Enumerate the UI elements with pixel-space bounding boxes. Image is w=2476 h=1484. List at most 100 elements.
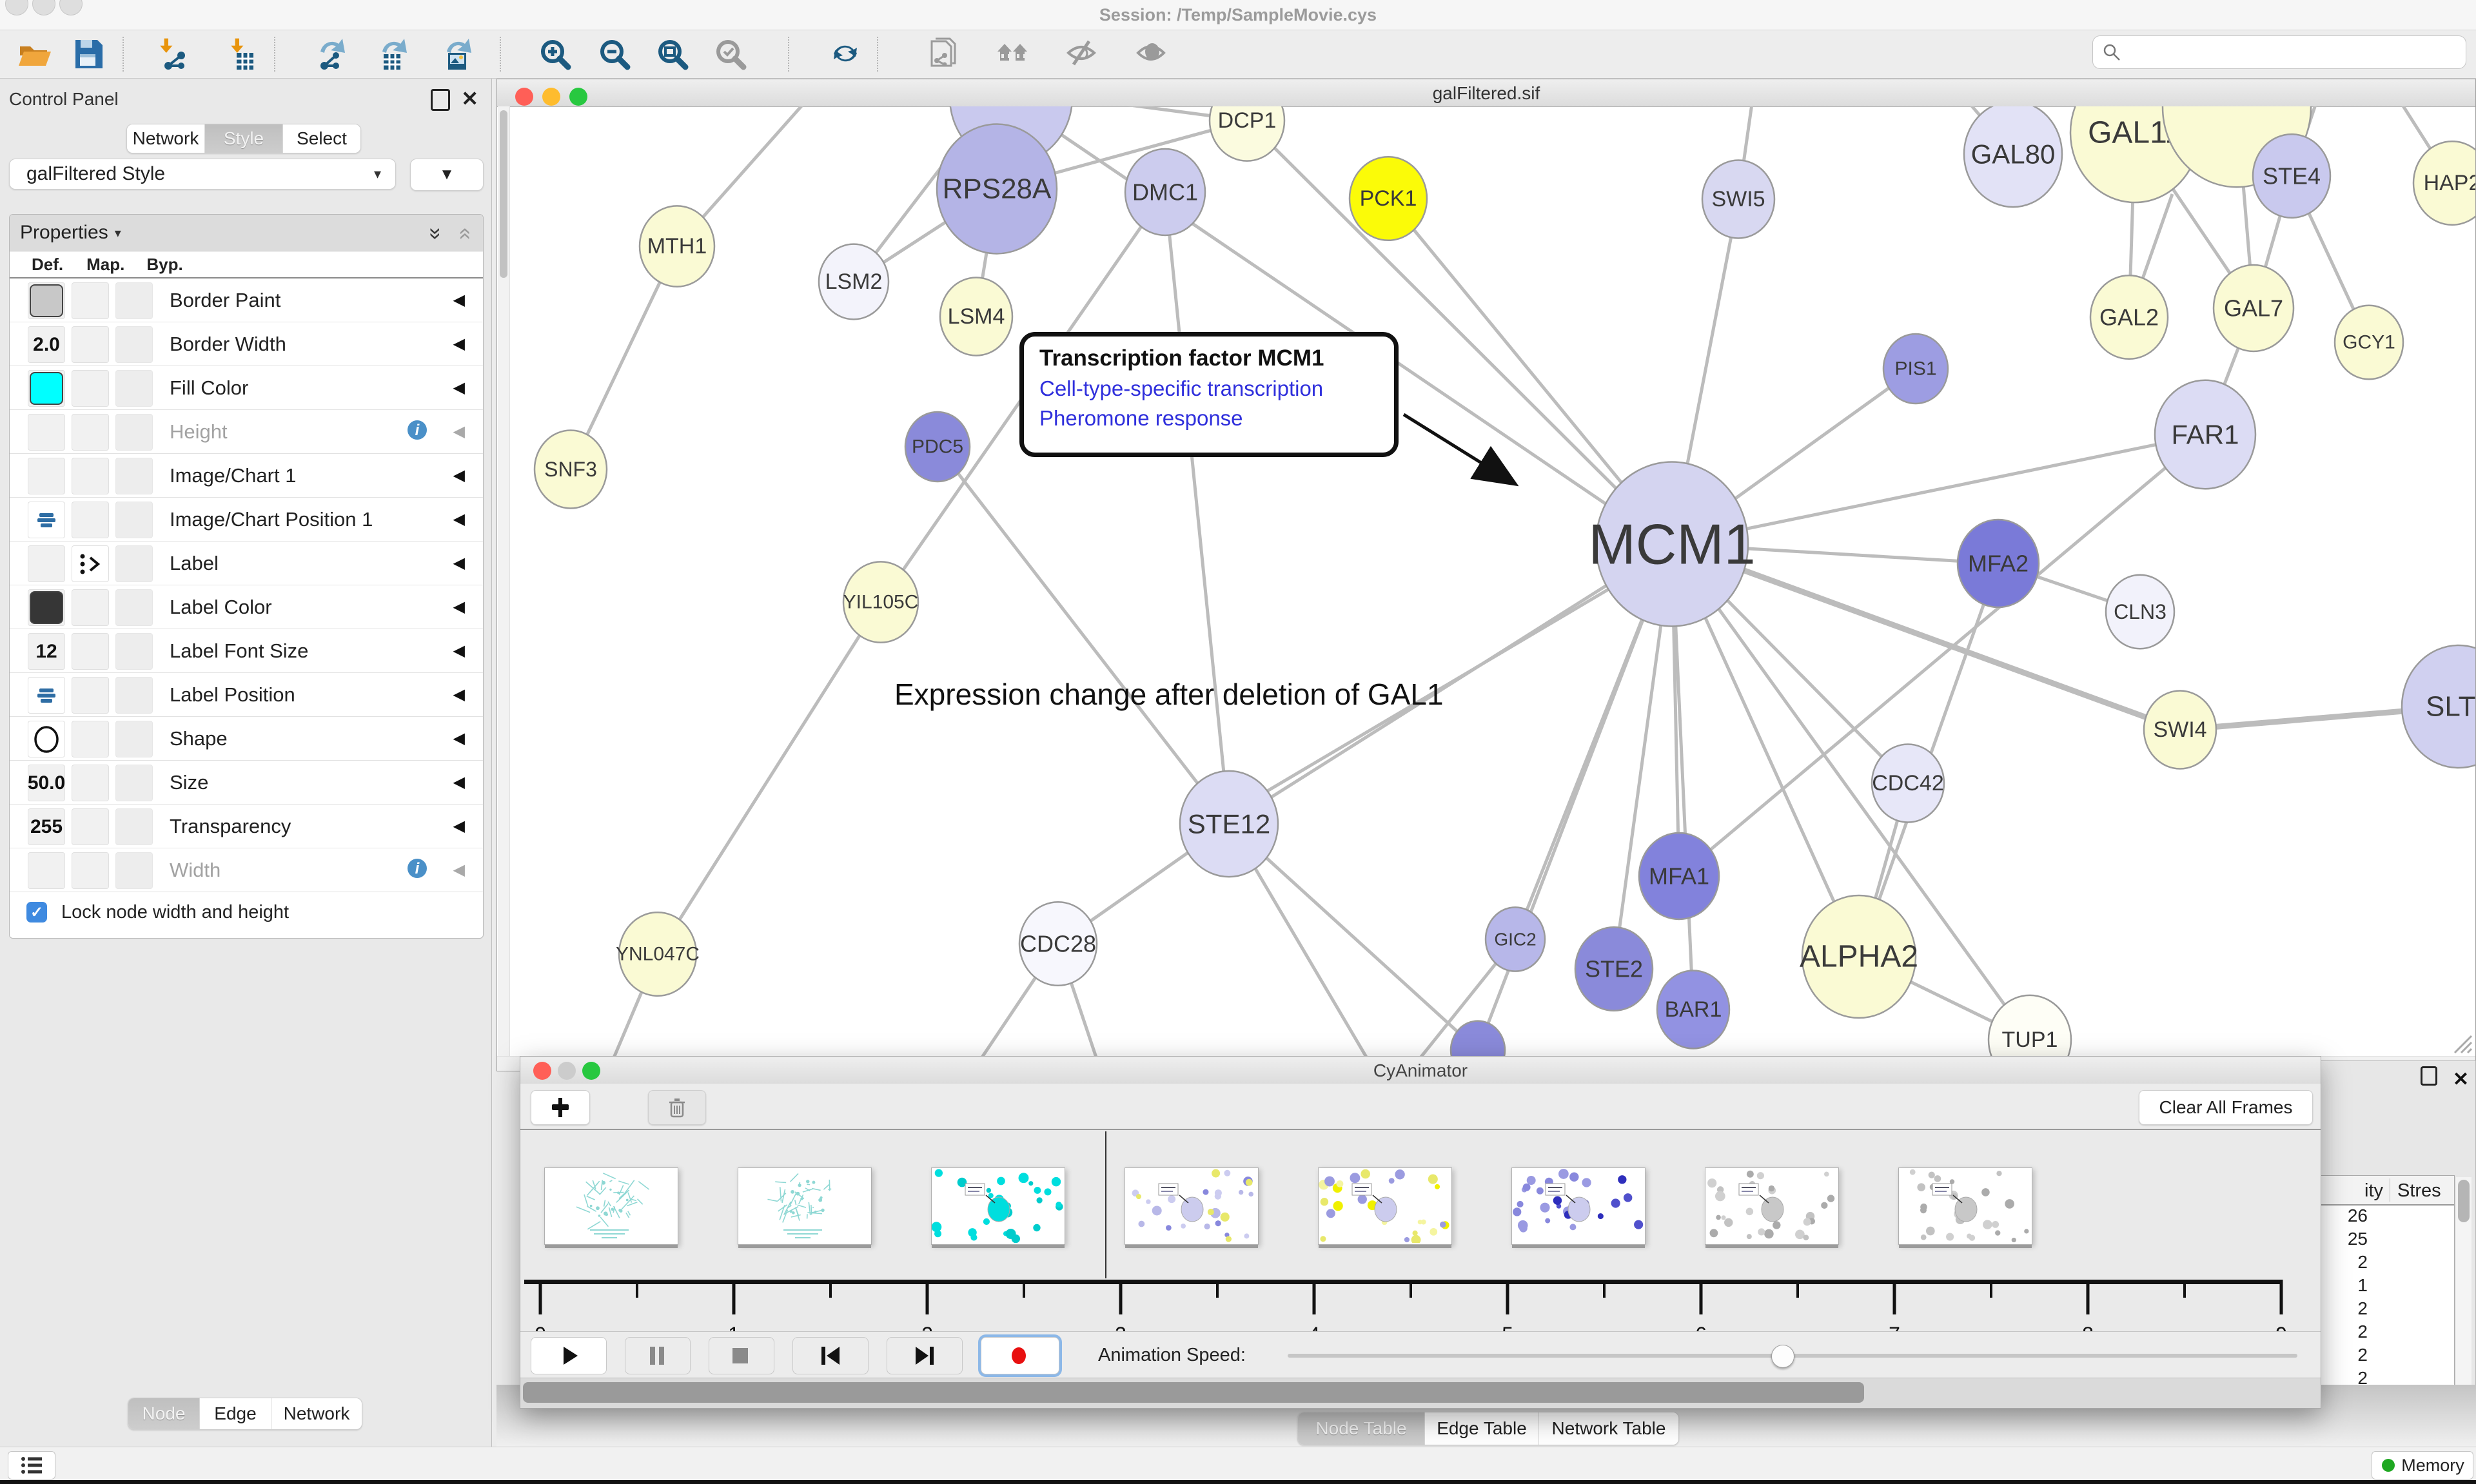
byp-cell[interactable] xyxy=(115,282,153,319)
info-icon[interactable]: i xyxy=(407,858,427,882)
frame-thumbnail-6[interactable] xyxy=(1705,1167,1839,1245)
open-folder-button[interactable] xyxy=(14,35,54,73)
first-neighbors-button[interactable] xyxy=(993,35,1033,73)
resize-grip-icon[interactable] xyxy=(2450,1031,2473,1054)
map-cell[interactable] xyxy=(72,852,109,889)
expand-property-icon[interactable]: ◀ xyxy=(453,335,465,353)
expand-property-icon[interactable]: ◀ xyxy=(453,554,465,572)
lock-checkbox[interactable]: ✓ xyxy=(26,902,47,923)
map-cell[interactable] xyxy=(72,677,109,714)
expand-property-icon[interactable]: ◀ xyxy=(453,729,465,748)
frame-thumbnail-5[interactable] xyxy=(1511,1167,1646,1245)
def-cell[interactable] xyxy=(28,458,65,494)
tab-network[interactable]: Network xyxy=(271,1398,362,1429)
properties-header[interactable]: Properties ▾ » » xyxy=(10,215,483,251)
save-button[interactable] xyxy=(68,35,108,73)
byp-cell[interactable] xyxy=(115,414,153,451)
def-cell[interactable] xyxy=(28,852,65,889)
def-cell[interactable] xyxy=(28,282,65,319)
float-panel-icon[interactable] xyxy=(2421,1066,2437,1086)
show-panels-button[interactable] xyxy=(8,1451,55,1479)
network-vertical-scrollbar[interactable] xyxy=(498,106,510,1058)
timeline[interactable]: 0123456789Seconds xyxy=(520,1130,2321,1331)
tab-style[interactable]: Style xyxy=(205,124,283,153)
hide-selected-button[interactable] xyxy=(1063,35,1103,73)
network-canvas[interactable]: RPS28ADCP1DMC1PCK1MTH1LSM2LSM4SWI5GAL80G… xyxy=(497,106,2475,1058)
def-cell[interactable] xyxy=(28,677,65,714)
frame-thumbnail-2[interactable] xyxy=(931,1167,1065,1245)
mcm1-annotation[interactable]: Transcription factor MCM1 Cell-type-spec… xyxy=(1019,332,1399,457)
map-cell[interactable] xyxy=(72,589,109,626)
byp-cell[interactable] xyxy=(115,545,153,582)
expand-property-icon[interactable]: ◀ xyxy=(453,861,465,879)
expand-property-icon[interactable]: ◀ xyxy=(453,422,465,441)
expand-property-icon[interactable]: ◀ xyxy=(453,466,465,485)
expand-property-icon[interactable]: ◀ xyxy=(453,510,465,529)
search-input[interactable] xyxy=(2121,42,2446,63)
tab-network-table[interactable]: Network Table xyxy=(1539,1412,1678,1445)
float-panel-icon[interactable] xyxy=(431,89,450,114)
style-selector[interactable]: galFiltered Style ▾ xyxy=(9,159,396,190)
expand-property-icon[interactable]: ◀ xyxy=(453,378,465,397)
tab-edge[interactable]: Edge xyxy=(200,1398,271,1429)
expand-all-icon[interactable]: » xyxy=(423,228,448,240)
map-cell[interactable] xyxy=(72,414,109,451)
def-cell[interactable] xyxy=(28,721,65,757)
zoom-in-button[interactable] xyxy=(535,35,575,73)
expand-property-icon[interactable]: ◀ xyxy=(453,641,465,660)
table-header[interactable]: ity Stres xyxy=(2321,1176,2454,1206)
def-cell[interactable] xyxy=(28,589,65,626)
map-cell[interactable] xyxy=(72,458,109,494)
map-cell[interactable] xyxy=(72,502,109,538)
node-partial-bottom[interactable] xyxy=(1451,1021,1505,1058)
import-table-button[interactable] xyxy=(221,35,260,73)
def-cell[interactable]: 12 xyxy=(28,633,65,670)
record-button[interactable] xyxy=(981,1337,1059,1374)
expand-property-icon[interactable]: ◀ xyxy=(453,685,465,704)
map-cell[interactable] xyxy=(72,545,109,582)
zoom-selected-button[interactable] xyxy=(711,35,751,73)
tab-node[interactable]: Node xyxy=(128,1398,200,1429)
tab-edge-table[interactable]: Edge Table xyxy=(1425,1412,1539,1445)
search-field[interactable] xyxy=(2092,35,2466,69)
table-scrollbar[interactable] xyxy=(2456,1177,2471,1409)
close-panel-icon[interactable]: ✕ xyxy=(461,86,478,111)
refresh-button[interactable] xyxy=(825,35,865,73)
zoom-out-button[interactable] xyxy=(594,35,634,73)
skip-to-end-button[interactable] xyxy=(887,1337,963,1374)
byp-cell[interactable] xyxy=(115,589,153,626)
def-cell[interactable] xyxy=(28,502,65,538)
export-table-button[interactable] xyxy=(373,35,413,73)
map-cell[interactable] xyxy=(72,808,109,845)
expand-property-icon[interactable]: ◀ xyxy=(453,773,465,792)
clear-all-frames-button[interactable]: Clear All Frames xyxy=(2139,1090,2313,1125)
def-cell[interactable]: 255 xyxy=(28,808,65,845)
map-cell[interactable] xyxy=(72,326,109,363)
add-frame-button[interactable] xyxy=(531,1090,590,1125)
style-options-button[interactable]: ▼ xyxy=(410,159,484,191)
show-all-button[interactable] xyxy=(1132,35,1172,73)
frame-thumbnail-1[interactable] xyxy=(738,1167,872,1245)
pause-button[interactable] xyxy=(625,1337,691,1374)
timeline-playhead[interactable] xyxy=(1105,1131,1106,1278)
tab-select[interactable]: Select xyxy=(283,124,360,153)
memory-button[interactable]: Memory xyxy=(2372,1451,2473,1479)
cyanimator-titlebar[interactable]: CyAnimator xyxy=(520,1057,2321,1084)
info-icon[interactable]: i xyxy=(407,420,427,444)
zoom-fit-button[interactable] xyxy=(653,35,693,73)
tab-network[interactable]: Network xyxy=(127,124,205,153)
byp-cell[interactable] xyxy=(115,852,153,889)
delete-frame-button[interactable] xyxy=(648,1090,706,1125)
byp-cell[interactable] xyxy=(115,326,153,363)
skip-to-start-button[interactable] xyxy=(792,1337,869,1374)
byp-cell[interactable] xyxy=(115,458,153,494)
expand-property-icon[interactable]: ◀ xyxy=(453,291,465,309)
frame-thumbnail-4[interactable] xyxy=(1318,1167,1452,1245)
def-cell[interactable]: 2.0 xyxy=(28,326,65,363)
expand-property-icon[interactable]: ◀ xyxy=(453,817,465,835)
map-cell[interactable] xyxy=(72,370,109,407)
map-cell[interactable] xyxy=(72,765,109,801)
collapse-all-icon[interactable]: » xyxy=(451,228,477,240)
cyanimator-scrollbar[interactable] xyxy=(520,1378,2321,1408)
byp-cell[interactable] xyxy=(115,721,153,757)
